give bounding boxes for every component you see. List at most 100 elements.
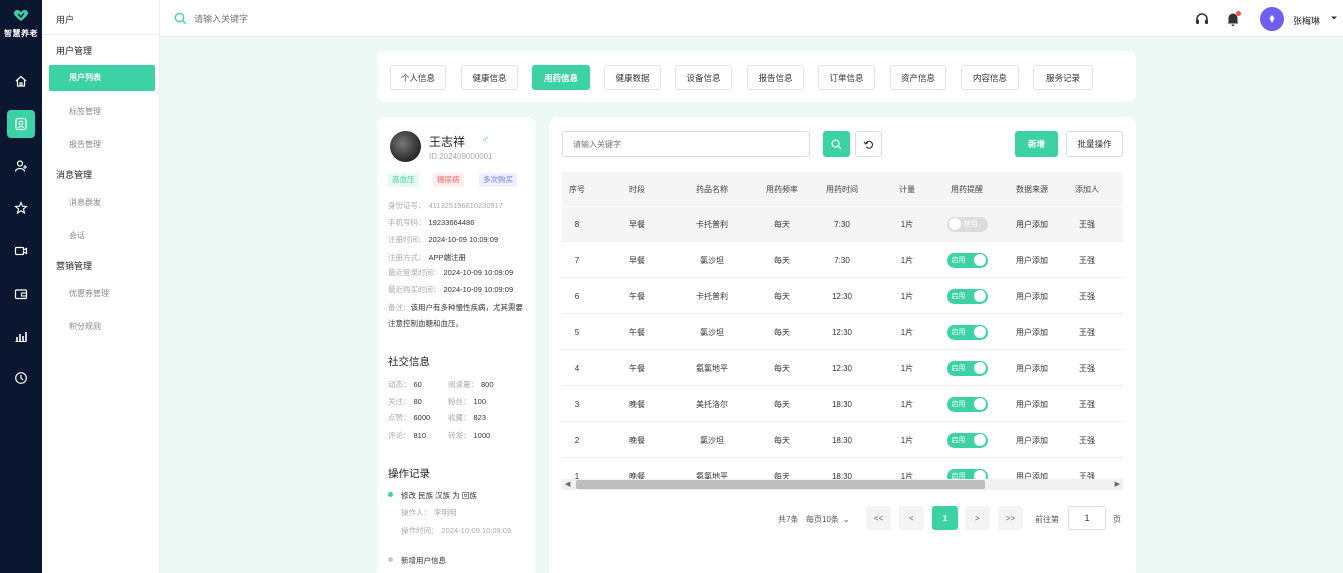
sidebar-item-points[interactable]: 积分规则: [69, 321, 101, 332]
col-added-by-cell: 王强: [1079, 399, 1095, 409]
keyword-input[interactable]: [562, 131, 810, 157]
last-page-button[interactable]: >>: [998, 506, 1023, 530]
info-label: 身份证号：: [388, 201, 426, 210]
reminder-toggle[interactable]: 启用: [946, 360, 988, 376]
scroll-left-icon[interactable]: ◀: [565, 480, 570, 488]
rail-user-add[interactable]: [7, 152, 35, 180]
table-row[interactable]: 7 早餐 氯沙坦 每天 7:30 1片 启用 用户添加 王强: [562, 243, 1123, 278]
col-time-cell: 7:30: [834, 219, 850, 229]
tab-devices[interactable]: 设备信息: [675, 65, 732, 90]
home-icon: [15, 75, 27, 87]
horizontal-scrollbar[interactable]: ◀ ▶: [562, 479, 1123, 490]
rail-history[interactable]: [7, 364, 35, 392]
reminder-toggle[interactable]: 启用: [946, 324, 988, 340]
col-no-cell: 5: [574, 327, 580, 337]
page-size-select[interactable]: 每页10条 ⌄: [806, 514, 850, 525]
tab-personal[interactable]: 个人信息: [390, 65, 446, 90]
toggle-label: 启用: [951, 365, 966, 372]
toggle-knob: [948, 218, 961, 230]
tab-service-records[interactable]: 服务记录: [1033, 65, 1093, 90]
tab-medication[interactable]: 用药信息: [532, 65, 590, 90]
reminder-toggle[interactable]: 启用: [946, 396, 988, 412]
search-icon: [831, 139, 842, 149]
social-value: 6000: [413, 413, 431, 422]
reminder-toggle[interactable]: 禁用: [946, 216, 988, 232]
social-dynamic: 动态： 60: [388, 379, 422, 390]
rail-wallet[interactable]: [7, 280, 35, 308]
scroll-right-icon[interactable]: ▶: [1115, 480, 1120, 488]
col-time-cell: 18:30: [831, 435, 853, 445]
clock-icon: [15, 372, 27, 384]
social-label: 转发：: [448, 431, 471, 440]
goto-page-input[interactable]: [1068, 506, 1106, 530]
toggle-label: 禁用: [963, 221, 978, 228]
batch-actions-button[interactable]: 批量操作: [1066, 131, 1123, 157]
reminder-toggle[interactable]: 启用: [946, 432, 988, 448]
star-icon: [14, 201, 28, 215]
add-button[interactable]: 新增: [1015, 131, 1058, 157]
global-search-input[interactable]: [194, 11, 494, 27]
info-label: 最近登录时间：: [388, 268, 441, 277]
next-page-button[interactable]: >: [965, 506, 990, 530]
col-drug-cell: 氯沙坦: [700, 327, 724, 337]
header-col-no: 序号: [569, 184, 585, 194]
tab-assets[interactable]: 资产信息: [890, 65, 946, 90]
table-row[interactable]: 2 晚餐 氯沙坦 每天 18:30 1片 启用 用户添加 王强: [562, 423, 1123, 458]
col-added-by-cell: 王强: [1079, 255, 1095, 265]
sidebar-group-user[interactable]: 用户管理: [56, 44, 92, 57]
table-row[interactable]: 6 午餐 卡托普利 每天 12:30 1片 启用 用户添加 王强: [562, 279, 1123, 314]
sidebar-group-marketing[interactable]: 营销管理: [56, 259, 92, 272]
table-row[interactable]: 3 晚餐 美托洛尔 每天 18:30 1片 启用 用户添加 王强: [562, 387, 1123, 422]
sidebar-item-reports[interactable]: 报告管理: [69, 139, 101, 150]
col-no-cell: 3: [574, 399, 580, 409]
prev-page-button[interactable]: <: [899, 506, 924, 530]
rail-video[interactable]: [7, 237, 35, 265]
col-period-cell: 午餐: [629, 291, 645, 301]
col-frequency-cell: 每天: [774, 435, 790, 445]
sidebar-item-session[interactable]: 会话: [69, 230, 85, 241]
wallet-icon: [14, 289, 28, 300]
tab-orders[interactable]: 订单信息: [818, 65, 875, 90]
sidebar-item-coupon[interactable]: 优惠券管理: [69, 288, 109, 299]
headset-icon[interactable]: [1194, 11, 1210, 27]
tab-health-info[interactable]: 健康信息: [461, 65, 518, 90]
header-col-source: 数据来源: [1016, 184, 1048, 194]
tab-reports[interactable]: 报告信息: [747, 65, 804, 90]
sidebar-item-tags[interactable]: 标签管理: [69, 106, 101, 117]
table-row[interactable]: 5 午餐 氯沙坦 每天 12:30 1片 启用 用户添加 王强: [562, 315, 1123, 350]
col-source-cell: 用户添加: [1016, 327, 1048, 337]
refresh-icon: [863, 140, 874, 149]
social-label: 收藏：: [448, 413, 471, 422]
rail-favorites[interactable]: [7, 194, 35, 222]
rail-user[interactable]: [7, 110, 35, 138]
tab-health-data[interactable]: 健康数据: [604, 65, 661, 90]
chevron-down-icon[interactable]: [1330, 14, 1338, 22]
sidebar-breadcrumb: 用户: [56, 15, 75, 25]
pagination-total: 共7条: [778, 515, 799, 524]
reminder-toggle[interactable]: 启用: [946, 252, 988, 268]
rail-home[interactable]: [7, 67, 35, 95]
sidebar-item-broadcast[interactable]: 消息群发: [69, 197, 101, 208]
reset-button[interactable]: [855, 131, 882, 157]
video-icon: [14, 246, 28, 256]
info-value: 2024-10-09 10:09:09: [428, 235, 499, 244]
sidebar-item-user-list[interactable]: 用户列表: [49, 65, 155, 91]
username[interactable]: 张梅琳: [1293, 14, 1320, 27]
first-page-button[interactable]: <<: [866, 506, 891, 530]
search-button[interactable]: [823, 131, 850, 157]
social-reads: 阅读量： 800: [448, 379, 494, 390]
tab-content[interactable]: 内容信息: [961, 65, 1019, 90]
sidebar-group-message[interactable]: 消息管理: [56, 168, 92, 181]
reminder-toggle[interactable]: 启用: [946, 288, 988, 304]
social-value: 60: [413, 380, 422, 389]
table-row[interactable]: 8 早餐 卡托普利 每天 7:30 1片 禁用 用户添加 王强: [562, 207, 1123, 242]
profile-photo: [390, 131, 421, 162]
rail-statistics[interactable]: [7, 322, 35, 350]
user-avatar[interactable]: [1260, 7, 1284, 31]
scrollbar-thumb[interactable]: [576, 480, 985, 489]
col-period-cell: 午餐: [629, 327, 645, 337]
page-button-1[interactable]: 1: [932, 506, 958, 530]
oplog-entry-text: 修改 民族 汉族 为 回族: [401, 491, 477, 500]
social-value: 800: [481, 380, 494, 389]
table-row[interactable]: 4 午餐 氨氯地平 每天 12:30 1片 启用 用户添加 王强: [562, 351, 1123, 386]
